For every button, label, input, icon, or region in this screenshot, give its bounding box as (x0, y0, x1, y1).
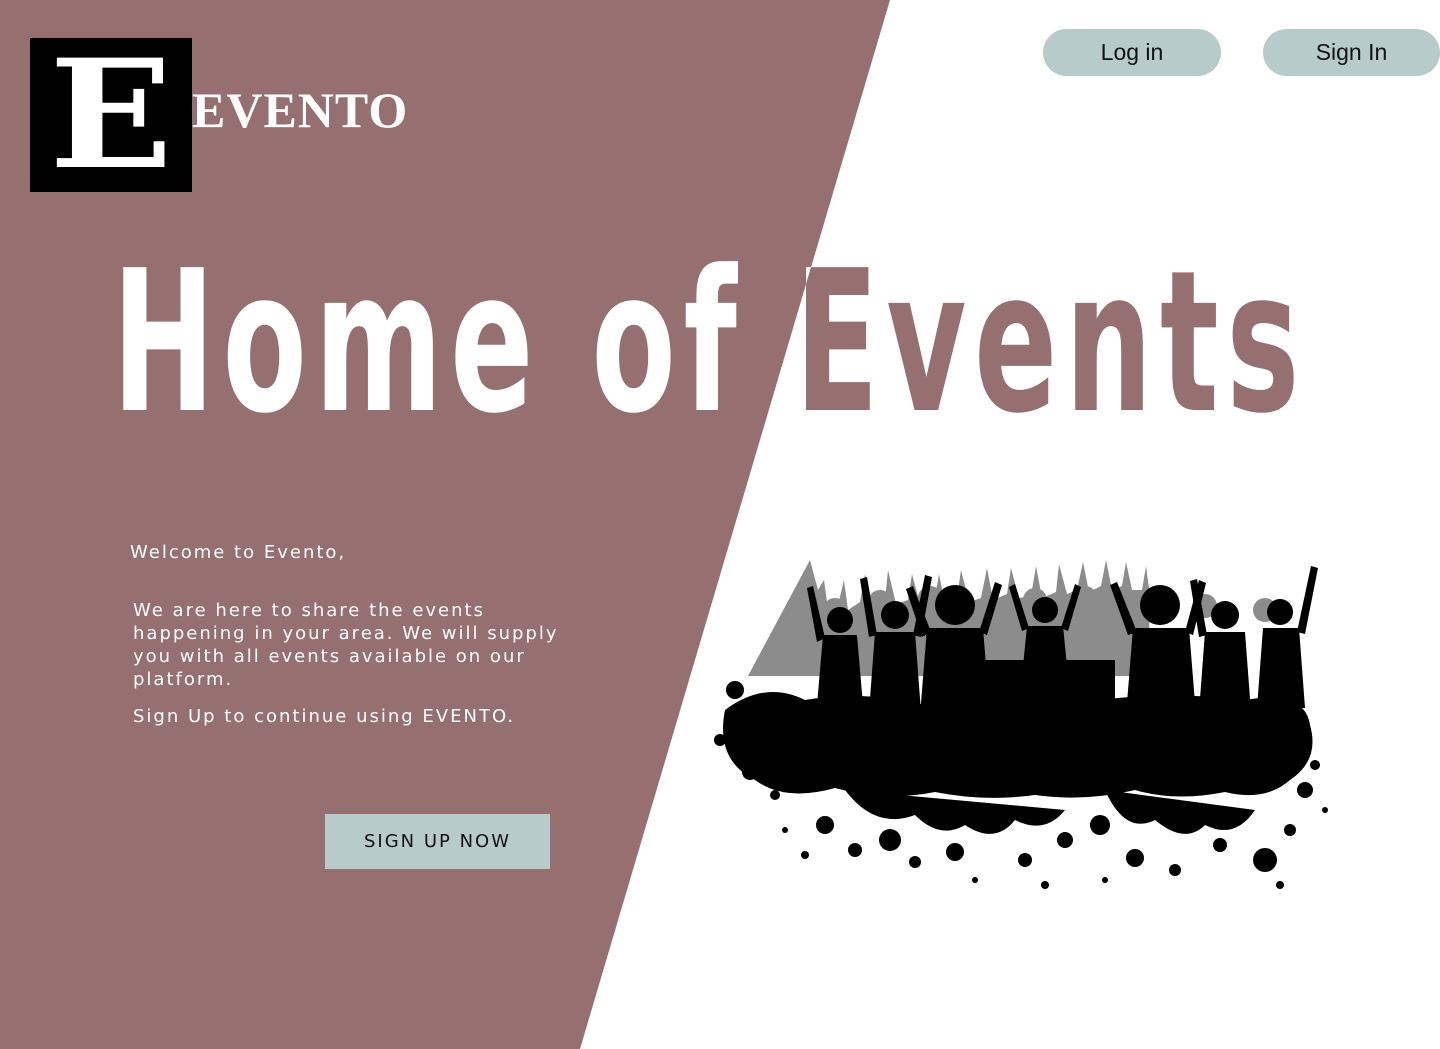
sign-in-button[interactable]: Sign In (1263, 29, 1440, 76)
login-button[interactable]: Log in (1043, 29, 1221, 76)
sign-up-now-button[interactable]: SIGN UP NOW (325, 814, 550, 869)
signup-prompt: Sign Up to continue using EVENTO. (133, 706, 516, 727)
intro-paragraph: We are here to share the events happenin… (133, 600, 559, 690)
logo-wordmark: EVENTO (192, 82, 409, 138)
welcome-text: Welcome to Evento, (130, 542, 347, 563)
logo-letter: E (49, 27, 173, 203)
party-crowd-illustration (714, 560, 1328, 889)
logo-mark: E (30, 38, 192, 192)
